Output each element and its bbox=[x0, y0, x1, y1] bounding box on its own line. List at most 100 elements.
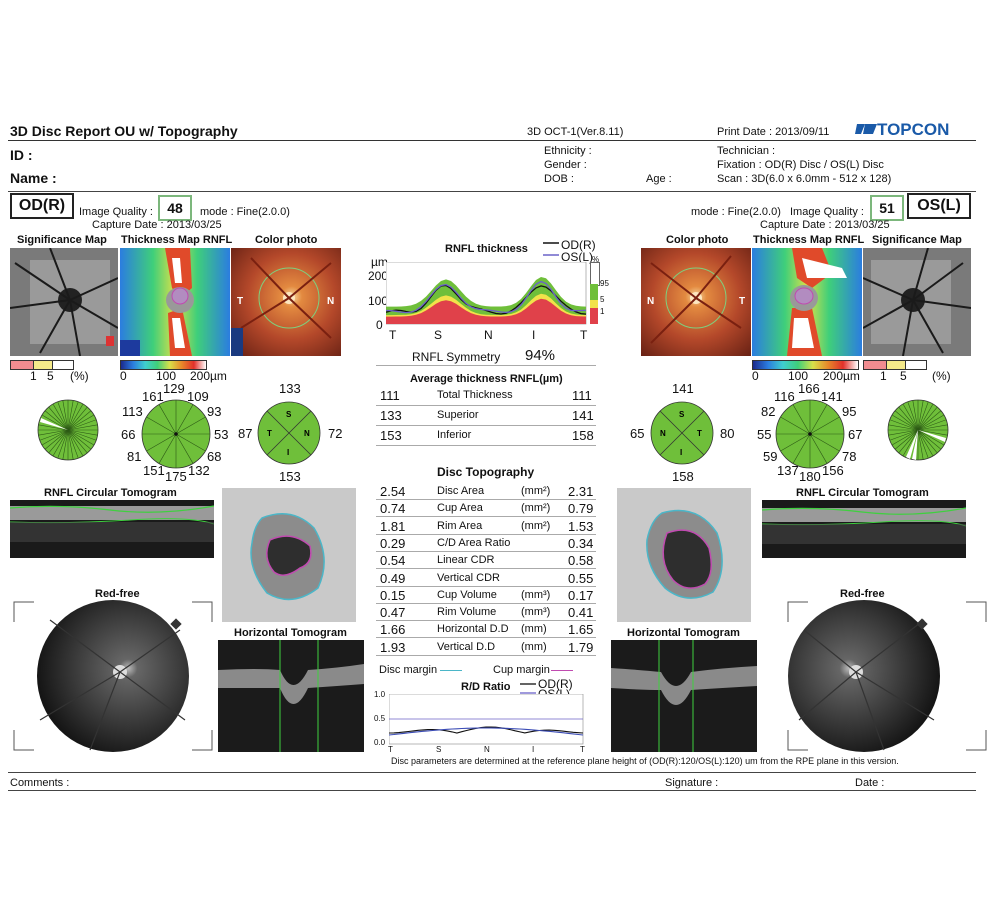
os-quad-n: N bbox=[660, 429, 666, 438]
cup-margin-swatch bbox=[551, 670, 573, 671]
od-quad-n: N bbox=[304, 429, 310, 438]
os-quad-right: 80 bbox=[720, 426, 735, 441]
od-horizontal-tomogram-title: Horizontal Tomogram bbox=[234, 627, 347, 639]
rnfl-xtick-t1: T bbox=[389, 328, 397, 342]
od-horizontal-tomogram bbox=[218, 640, 364, 752]
os-clock-bl: 137 bbox=[777, 463, 799, 478]
od-thick-legend-0: 0 bbox=[120, 369, 127, 383]
technician-label: Technician : bbox=[717, 145, 776, 157]
os-color-title: Color photo bbox=[666, 234, 729, 246]
os-disc-margin-image bbox=[617, 488, 751, 622]
topo-row-unit: (mm³) bbox=[521, 588, 551, 601]
os-quad-i: I bbox=[680, 448, 682, 457]
os-mode: mode : Fine(2.0.0) bbox=[691, 206, 781, 218]
rnfl-thickness-title: RNFL thickness bbox=[445, 243, 528, 255]
topo-od-value: 0.54 bbox=[380, 553, 406, 569]
topo-row-label: C/D Area Ratio bbox=[437, 536, 511, 549]
od-clock-ul: 113 bbox=[122, 404, 143, 419]
rnfl-xtick-i: I bbox=[532, 328, 536, 342]
avg-od-value: 153 bbox=[380, 428, 402, 443]
os-thick-legend-0: 0 bbox=[752, 369, 759, 383]
topo-os-value: 0.17 bbox=[568, 587, 594, 603]
topo-od-value: 1.81 bbox=[380, 518, 406, 534]
device-version: 3D OCT-1(Ver.8.11) bbox=[527, 126, 624, 138]
os-quadrant-pie: S N T I bbox=[649, 400, 715, 471]
od-thickness-map bbox=[120, 248, 230, 356]
od-redfree-title: Red-free bbox=[95, 588, 140, 600]
rd-xtick-n: N bbox=[484, 745, 490, 754]
od-circular-tomogram-title: RNFL Circular Tomogram bbox=[44, 487, 177, 499]
od-clock-bl: 151 bbox=[143, 463, 165, 478]
od-mode: mode : Fine(2.0.0) bbox=[200, 206, 290, 218]
rd-ratio-title: R/D Ratio bbox=[461, 681, 511, 693]
od-clock-top: 129 bbox=[163, 381, 185, 396]
os-clock-lr: 78 bbox=[842, 449, 857, 464]
rnfl-xtick-n: N bbox=[484, 328, 493, 342]
topo-os-value: 0.58 bbox=[568, 553, 594, 569]
topo-row-label: Horizontal D.D bbox=[437, 623, 509, 636]
od-clock-ll: 81 bbox=[127, 449, 142, 464]
od-sig-legend-bar bbox=[10, 360, 74, 370]
rnfl-symmetry-label: RNFL Symmetry bbox=[412, 350, 501, 364]
topo-od-value: 0.49 bbox=[380, 570, 406, 586]
os-thick-legend-200: 200µm bbox=[823, 369, 860, 383]
os-quad-t: T bbox=[697, 429, 702, 438]
rnfl-xtick-t2: T bbox=[580, 328, 588, 342]
rnfl-pct-label: % bbox=[592, 255, 600, 264]
cup-margin-legend: Cup margin bbox=[493, 664, 550, 676]
od-color-n-label: N bbox=[327, 296, 334, 307]
rnfl-pct-95: 95 bbox=[600, 279, 609, 288]
od-quad-top: 133 bbox=[279, 381, 301, 396]
age-label: Age : bbox=[646, 173, 672, 185]
os-significance-title: Significance Map bbox=[872, 234, 962, 246]
os-sig-legend-1: 1 bbox=[880, 369, 887, 383]
rd-ytick-05: 0.5 bbox=[374, 714, 386, 723]
od-color-t-label: T bbox=[237, 296, 243, 307]
od-clock-l: 66 bbox=[121, 427, 136, 442]
rnfl-pct-5: 5 bbox=[600, 295, 605, 304]
topo-row-label: Vertical CDR bbox=[437, 571, 500, 584]
od-quad-s: S bbox=[286, 410, 292, 419]
topo-row-label: Cup Volume bbox=[437, 588, 497, 601]
os-thickness-title: Thickness Map RNFL bbox=[753, 234, 865, 246]
os-clock-ll: 59 bbox=[763, 449, 778, 464]
topo-os-value: 0.41 bbox=[568, 605, 594, 621]
topo-os-value: 0.55 bbox=[568, 570, 594, 586]
topo-od-value: 1.66 bbox=[380, 622, 406, 638]
os-thickness-map bbox=[752, 248, 862, 356]
topo-row-unit: (mm³) bbox=[521, 606, 551, 619]
dob-label: DOB : bbox=[544, 173, 574, 185]
os-clock-ul: 82 bbox=[761, 404, 776, 419]
os-redfree-image bbox=[784, 600, 990, 752]
os-clock-b: 180 bbox=[799, 469, 821, 484]
os-quad-s: S bbox=[679, 410, 685, 419]
topcon-logo-text: TOPCON bbox=[877, 120, 949, 139]
od-quad-left: 87 bbox=[238, 426, 253, 441]
rnfl-ytick-0: 0 bbox=[376, 318, 383, 332]
rd-ratio-chart bbox=[388, 693, 585, 751]
os-circular-tomogram-title: RNFL Circular Tomogram bbox=[796, 487, 929, 499]
os-quad-bottom: 158 bbox=[672, 469, 694, 484]
od-color-photo: T N bbox=[231, 248, 341, 356]
od-significance-title: Significance Map bbox=[17, 234, 107, 246]
ethnicity-label: Ethnicity : bbox=[544, 145, 592, 157]
os-horizontal-tomogram-title: Horizontal Tomogram bbox=[627, 627, 740, 639]
rd-ytick-0: 0.0 bbox=[374, 738, 386, 747]
os-clock-tl: 116 bbox=[774, 389, 795, 404]
topo-os-value: 0.79 bbox=[568, 501, 594, 517]
topo-os-value: 0.34 bbox=[568, 535, 594, 551]
os-color-photo: N T bbox=[641, 248, 751, 356]
id-label: ID : bbox=[10, 147, 33, 163]
os-clock-br: 156 bbox=[822, 463, 844, 478]
os-color-n-label: N bbox=[647, 296, 654, 307]
topo-os-value: 1.53 bbox=[568, 518, 594, 534]
od-quad-i: I bbox=[287, 448, 289, 457]
rd-xtick-t2: T bbox=[580, 745, 585, 754]
report-title: 3D Disc Report OU w/ Topography bbox=[10, 123, 238, 139]
disc-margin-legend: Disc margin bbox=[379, 664, 438, 676]
fixation-info: Fixation : OD(R) Disc / OS(L) Disc bbox=[717, 159, 884, 171]
topo-os-value: 1.79 bbox=[568, 639, 594, 655]
od-disc-margin-image bbox=[222, 488, 356, 622]
od-significance-map bbox=[10, 248, 118, 356]
os-iq-label: Image Quality : bbox=[790, 206, 864, 218]
